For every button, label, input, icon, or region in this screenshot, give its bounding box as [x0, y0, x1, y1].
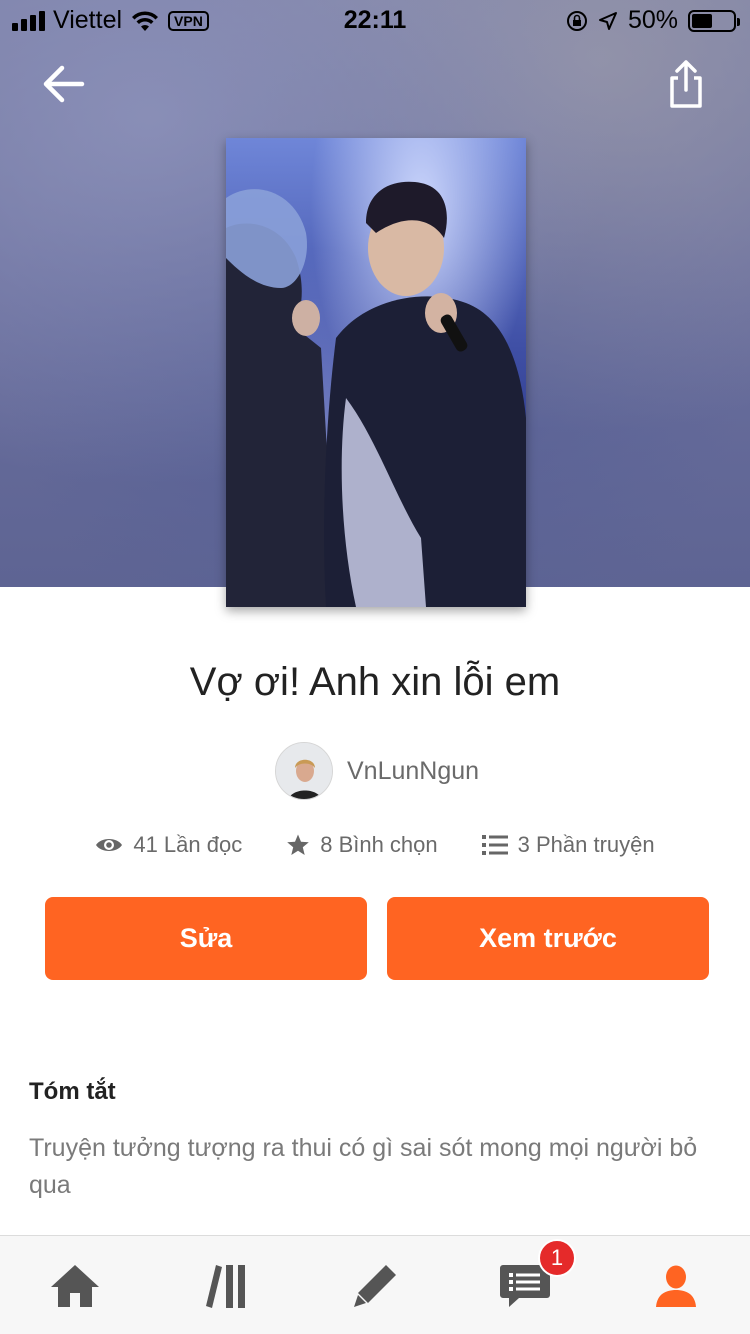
- reads-count: 41 Lần đọc: [133, 832, 243, 857]
- rotation-lock-icon: [566, 10, 587, 31]
- stat-parts: 3 Phần truyện: [481, 832, 655, 858]
- avatar-image: [276, 743, 332, 799]
- preview-button[interactable]: Xem trước: [387, 897, 709, 980]
- summary-text: Truyện tưởng tượng ra thui có gì sai sót…: [29, 1134, 698, 1199]
- library-icon: [206, 1265, 245, 1308]
- cover-illustration: [226, 181, 526, 607]
- votes-count: 8 Bình chọn: [320, 832, 438, 857]
- battery-percent: 50%: [627, 6, 678, 34]
- author-name[interactable]: VnLunNgun: [347, 757, 479, 786]
- edit-button[interactable]: Sửa: [45, 897, 367, 980]
- star-icon: [287, 834, 310, 855]
- story-cover-image[interactable]: [226, 138, 526, 607]
- tab-write[interactable]: [345, 1256, 405, 1316]
- list-icon: [481, 835, 508, 855]
- tab-home[interactable]: [45, 1256, 105, 1316]
- eye-icon: [96, 839, 123, 851]
- write-icon: [354, 1265, 396, 1307]
- home-icon: [51, 1265, 99, 1307]
- summary-heading: Tóm tắt: [29, 1078, 116, 1105]
- notification-badge: 1: [538, 1239, 576, 1277]
- tab-library[interactable]: [196, 1256, 256, 1316]
- stat-votes: 8 Bình chọn: [286, 832, 438, 858]
- author-row[interactable]: VnLunNgun: [275, 742, 479, 800]
- avatar[interactable]: [275, 742, 333, 800]
- battery-level: [692, 13, 712, 28]
- location-icon: [598, 11, 617, 30]
- story-title: Vợ ơi! Anh xin lỗi em: [189, 660, 561, 704]
- bottom-tab-bar: 1: [0, 1235, 750, 1334]
- story-stats: 41 Lần đọc 8 Bình chọn 3 Phần truyện: [0, 832, 750, 858]
- tab-profile[interactable]: [646, 1256, 706, 1316]
- stat-reads: 41 Lần đọc: [95, 832, 242, 858]
- status-bar: Viettel VPN 22:11 50%: [0, 0, 750, 40]
- parts-count: 3 Phần truyện: [517, 832, 655, 857]
- battery-icon: [688, 9, 740, 32]
- back-arrow-icon[interactable]: [38, 60, 90, 108]
- profile-icon: [656, 1265, 696, 1307]
- share-icon[interactable]: [664, 56, 708, 112]
